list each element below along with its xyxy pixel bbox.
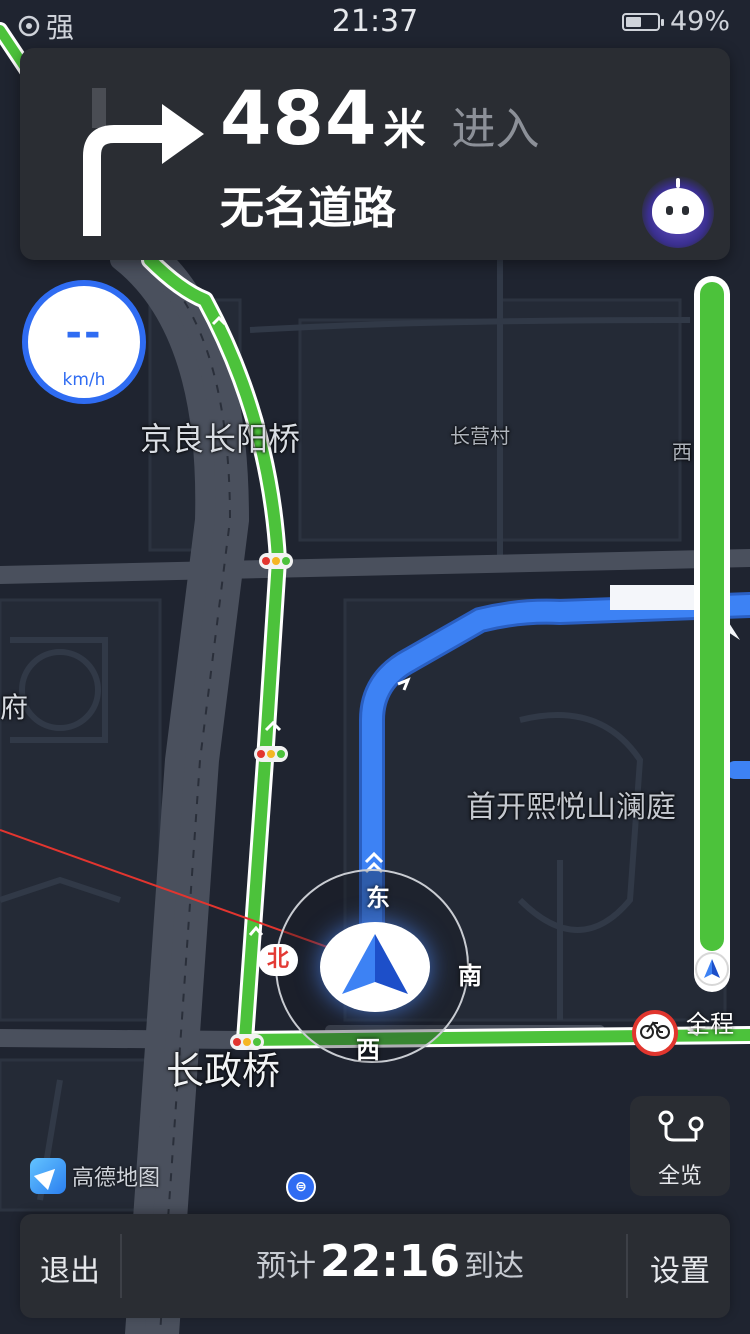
voice-assistant-icon[interactable] [642, 176, 714, 248]
map-label-changying: 长营村 [450, 424, 510, 448]
eta-prefix: 预计 [256, 1249, 316, 1284]
eta-display: 预计 22:16 到达 [256, 1236, 524, 1287]
compass-south: 南 [458, 962, 482, 990]
battery-indicator: 49% [621, 6, 730, 37]
maneuver-action: 进入 [451, 104, 540, 155]
distance-value: 484 [220, 76, 378, 162]
overview-label: 全览 [657, 1164, 702, 1189]
overview-button[interactable]: 全览 [630, 1096, 730, 1196]
divider [120, 1234, 122, 1298]
compass-east: 东 [366, 884, 390, 912]
progress-label: 全程 [686, 1010, 734, 1038]
compass-west: 西 [356, 1036, 380, 1064]
battery-icon [621, 12, 664, 31]
divider [626, 1234, 628, 1298]
distance-row: 484 米 进入 [220, 76, 539, 162]
map-label-changzheng: 长政桥 [166, 1049, 281, 1093]
status-bar: 强 21:37 49% [0, 0, 750, 48]
eta-suffix: 到达 [464, 1249, 525, 1284]
turn-right-icon [83, 88, 204, 236]
settings-button[interactable]: 设置 [650, 1246, 710, 1290]
amap-logo-icon [30, 1158, 66, 1194]
speed-value: -- [65, 310, 103, 356]
speed-unit: km/h [62, 370, 106, 390]
next-road-name: 无名道路 [220, 183, 396, 234]
battery-percent: 49% [669, 6, 730, 37]
map-label-jingliang: 京良长阳桥 [140, 420, 301, 458]
progress-position-icon [695, 952, 729, 986]
route-overview-icon [658, 1110, 704, 1142]
app-logo: 高德地图 [30, 1158, 160, 1194]
distance-unit: 米 [383, 105, 426, 154]
bottom-bar: 退出 预计 22:16 到达 设置 [20, 1214, 730, 1318]
map-label-fu: 府 [0, 691, 29, 724]
route-progress-bar [694, 276, 730, 992]
guidance-card[interactable]: 484 米 进入 无名道路 [20, 48, 730, 260]
navigation-arrow-icon [342, 934, 408, 994]
compass-north-badge[interactable]: 北 [258, 944, 298, 976]
map-label-xi: 西 [672, 440, 692, 464]
eta-time: 22:16 [320, 1236, 461, 1287]
metro-icon: ⊜ [286, 1172, 316, 1202]
vehicle-position-marker [320, 922, 430, 1012]
speed-indicator: -- km/h [22, 280, 146, 404]
no-bicycle-sign-icon [632, 1010, 678, 1056]
app-logo-text: 高德地图 [72, 1166, 161, 1191]
exit-button[interactable]: 退出 [40, 1246, 100, 1290]
map-label-shoukai: 首开熙悦山澜庭 [466, 790, 676, 825]
